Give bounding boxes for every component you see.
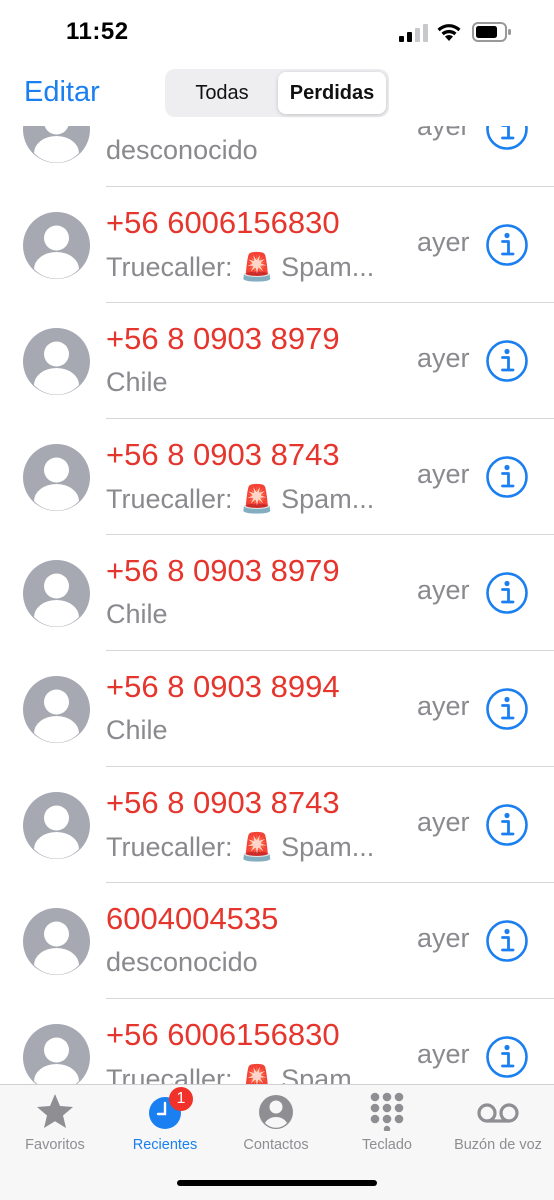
keypad-icon: [370, 1092, 404, 1131]
call-row[interactable]: +56 6006156830 Truecaller: 🚨 Spam... ayer: [0, 187, 554, 303]
call-time: ayer: [417, 691, 470, 721]
contact-avatar: [23, 1024, 90, 1084]
info-icon[interactable]: [485, 126, 529, 151]
tab-contacts[interactable]: Contactos: [221, 1091, 331, 1161]
caller-number: +56 8 0903 8979: [106, 553, 340, 588]
tab-favorites[interactable]: Favoritos: [0, 1091, 110, 1161]
caller-number: +56 8 0903 8743: [106, 785, 340, 820]
tab-favorites-label: Favoritos: [25, 1137, 85, 1153]
call-time: ayer: [417, 459, 470, 489]
caller-subtitle: Chile: [106, 715, 168, 745]
status-bar: 11:52: [0, 0, 554, 66]
cellular-signal-icon: [399, 24, 428, 42]
recents-list[interactable]: desconocido ayer +56 6006156830 Truecaller:…: [0, 126, 554, 1084]
info-icon[interactable]: [485, 919, 529, 963]
caller-number: +56 8 0903 8994: [106, 669, 340, 704]
tab-contacts-label: Contactos: [243, 1137, 309, 1153]
info-icon[interactable]: [485, 687, 529, 731]
call-row[interactable]: +56 8 0903 8979 Chile ayer: [0, 535, 554, 651]
wifi-icon: [437, 24, 461, 41]
segment-all[interactable]: Todas: [168, 72, 276, 114]
tab-recents[interactable]: 1 Recientes: [110, 1087, 220, 1161]
caller-subtitle: Truecaller: 🚨 Spam...: [106, 1064, 375, 1084]
info-icon[interactable]: [485, 223, 529, 267]
filter-segmented-control: Todas Perdidas: [165, 69, 389, 117]
tab-keypad-label: Teclado: [362, 1137, 412, 1153]
contact-avatar: [23, 328, 90, 395]
call-time: ayer: [417, 227, 470, 257]
person-circle-icon: [259, 1095, 293, 1129]
call-time: ayer: [417, 923, 470, 953]
info-icon[interactable]: [485, 803, 529, 847]
call-row[interactable]: 6004004535 desconocido ayer: [0, 883, 554, 999]
caller-number: +56 8 0903 8743: [106, 437, 340, 472]
voicemail-icon: [477, 1103, 519, 1123]
contact-avatar: [23, 908, 90, 975]
info-icon[interactable]: [485, 455, 529, 499]
segment-missed[interactable]: Perdidas: [278, 72, 386, 114]
contact-avatar: [23, 126, 90, 163]
caller-number: +56 6006156830: [106, 1017, 340, 1052]
caller-subtitle: Chile: [106, 599, 168, 629]
call-row[interactable]: +56 8 0903 8994 Chile ayer: [0, 651, 554, 767]
battery-icon: [472, 22, 511, 42]
contact-avatar: [23, 676, 90, 743]
tab-voicemail[interactable]: Buzón de voz: [443, 1091, 553, 1161]
caller-subtitle: desconocido: [106, 135, 258, 165]
edit-button[interactable]: Editar: [24, 76, 100, 109]
contact-avatar: [23, 560, 90, 627]
call-time: ayer: [417, 343, 470, 373]
call-time: ayer: [417, 1039, 470, 1069]
home-indicator: [177, 1180, 377, 1186]
tab-voicemail-label: Buzón de voz: [454, 1137, 542, 1153]
info-icon[interactable]: [485, 571, 529, 615]
caller-subtitle: Truecaller: 🚨 Spam...: [106, 484, 375, 514]
caller-subtitle: desconocido: [106, 947, 258, 977]
contact-avatar: [23, 212, 90, 279]
call-row[interactable]: +56 8 0903 8743 Truecaller: 🚨 Spam... ayer: [0, 767, 554, 883]
tab-recents-icon-wrap: 1: [143, 1087, 193, 1131]
recents-badge: 1: [169, 1087, 193, 1111]
call-time: ayer: [417, 126, 470, 141]
caller-number: +56 8 0903 8979: [106, 321, 340, 356]
call-time: ayer: [417, 807, 470, 837]
call-time: ayer: [417, 575, 470, 605]
caller-number: 6004004535: [106, 901, 279, 936]
contact-avatar: [23, 444, 90, 511]
tab-recents-label: Recientes: [132, 1137, 198, 1153]
call-row[interactable]: +56 8 0903 8743 Truecaller: 🚨 Spam... ayer: [0, 419, 554, 535]
info-icon[interactable]: [485, 1035, 529, 1079]
call-row[interactable]: +56 6006156830 Truecaller: 🚨 Spam... ayer: [0, 999, 554, 1084]
status-time: 11:52: [66, 18, 129, 45]
call-row[interactable]: +56 8 0903 8979 Chile ayer: [0, 303, 554, 419]
caller-subtitle: Truecaller: 🚨 Spam...: [106, 832, 375, 862]
call-row[interactable]: desconocido ayer: [0, 126, 554, 187]
caller-subtitle: Truecaller: 🚨 Spam...: [106, 252, 375, 282]
tab-keypad[interactable]: Teclado: [332, 1091, 442, 1161]
nav-bar: Editar Todas Perdidas: [0, 66, 554, 126]
caller-number: +56 6006156830: [106, 205, 340, 240]
contact-avatar: [23, 792, 90, 859]
info-icon[interactable]: [485, 339, 529, 383]
caller-subtitle: Chile: [106, 367, 168, 397]
star-icon: [37, 1094, 73, 1128]
